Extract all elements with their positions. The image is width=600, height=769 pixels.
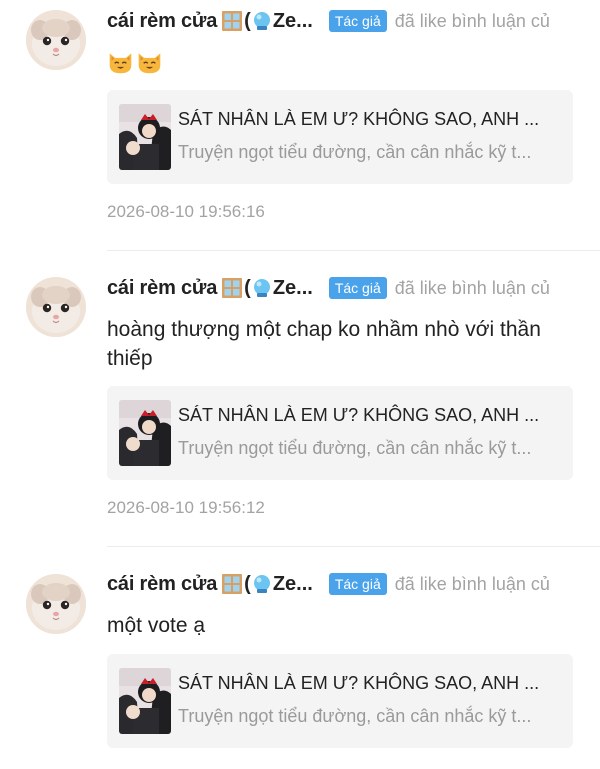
story-card[interactable]: SÁT NHÂN LÀ EM Ư? KHÔNG SAO, ANH ... Tru… — [107, 654, 573, 748]
open-paren: ( — [244, 572, 251, 595]
story-cover-image — [119, 400, 171, 466]
comment-header: cái rèm cửa ( Ze... Tác giả đã like bình… — [107, 6, 600, 36]
username-tail: Ze... — [272, 572, 313, 595]
window-icon — [221, 277, 243, 299]
crystal-ball-icon — [252, 11, 272, 31]
story-card[interactable]: SÁT NHÂN LÀ EM Ư? KHÔNG SAO, ANH ... Tru… — [107, 386, 573, 480]
window-icon — [221, 10, 243, 32]
comment-header: cái rèm cửa ( Ze... Tác giả đã like bình… — [107, 273, 600, 303]
story-title: SÁT NHÂN LÀ EM Ư? KHÔNG SAO, ANH ... — [178, 673, 540, 693]
window-icon — [221, 573, 243, 595]
story-subtitle: Truyện ngọt tiểu đường, cần cân nhắc kỹ … — [178, 438, 532, 458]
smiling-cat-icon — [107, 48, 134, 75]
story-title: SÁT NHÂN LÀ EM Ư? KHÔNG SAO, ANH ... — [178, 109, 540, 129]
author-badge: Tác giả — [328, 573, 387, 595]
story-card[interactable]: SÁT NHÂN LÀ EM Ư? KHÔNG SAO, ANH ... Tru… — [107, 90, 573, 184]
story-subtitle: Truyện ngọt tiểu đường, cần cân nhắc kỹ … — [178, 706, 532, 726]
comment-emoji-content — [107, 48, 540, 75]
timestamp: 2026-08-10 19:56:16 — [107, 202, 265, 221]
username[interactable]: cái rèm cửa — [107, 10, 217, 33]
open-paren: ( — [244, 276, 251, 299]
story-title: SÁT NHÂN LÀ EM Ư? KHÔNG SAO, ANH ... — [178, 405, 540, 425]
list-item[interactable]: cái rèm cửa ( Ze... Tác giả đã like bình… — [0, 0, 600, 251]
story-cover-image — [119, 104, 171, 170]
author-badge: Tác giả — [328, 277, 387, 299]
username-tail: Ze... — [272, 276, 313, 299]
list-item[interactable]: cái rèm cửa ( Ze... Tác giả đã like bình… — [0, 547, 600, 769]
notification-feed: cái rèm cửa ( Ze... Tác giả đã like bình… — [0, 0, 600, 769]
story-subtitle: Truyện ngọt tiểu đường, cần cân nhắc kỹ … — [178, 142, 532, 162]
crystal-ball-icon — [252, 574, 272, 594]
action-text: đã like bình luận củ — [394, 573, 550, 594]
timestamp: 2026-08-10 19:56:12 — [107, 498, 265, 517]
avatar[interactable] — [26, 277, 86, 337]
username-tail: Ze... — [272, 9, 313, 32]
open-paren: ( — [244, 9, 251, 32]
list-item[interactable]: cái rèm cửa ( Ze... Tác giả đã like bình… — [0, 251, 600, 547]
smiling-cat-icon — [136, 48, 163, 75]
avatar[interactable] — [26, 10, 86, 70]
story-cover-image — [119, 668, 171, 734]
action-text: đã like bình luận củ — [394, 277, 550, 298]
username[interactable]: cái rèm cửa — [107, 277, 217, 300]
comment-header: cái rèm cửa ( Ze... Tác giả đã like bình… — [107, 569, 600, 599]
crystal-ball-icon — [252, 278, 272, 298]
action-text: đã like bình luận củ — [394, 10, 550, 31]
username[interactable]: cái rèm cửa — [107, 573, 217, 596]
author-badge: Tác giả — [328, 10, 387, 32]
avatar[interactable] — [26, 574, 86, 634]
comment-text: hoàng thượng một chap ko nhầm nhò với th… — [107, 318, 541, 370]
comment-text: một vote ạ — [107, 614, 206, 637]
